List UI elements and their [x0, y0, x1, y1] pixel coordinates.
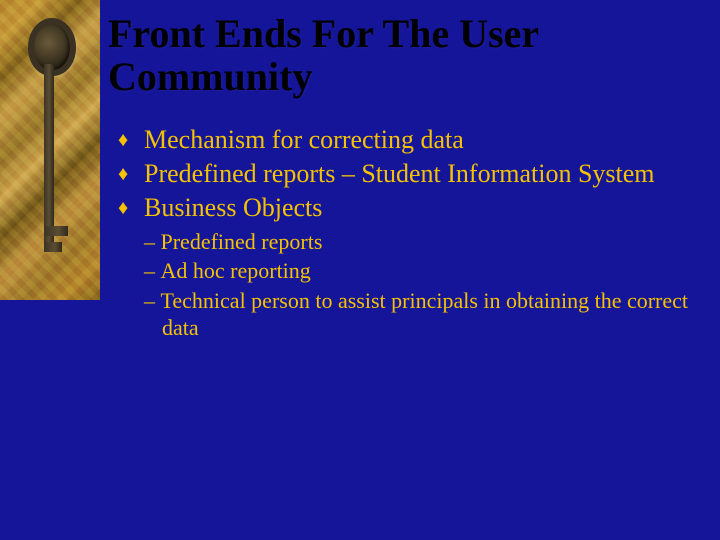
sub-bullet-text: Ad hoc reporting	[161, 258, 311, 283]
key-photo	[0, 0, 100, 300]
sub-bullet-item: Predefined reports	[144, 228, 696, 256]
bullet-text: Mechanism for correcting data	[144, 125, 464, 154]
sub-bullet-text: Technical person to assist principals in…	[161, 288, 689, 341]
sidebar	[0, 0, 100, 540]
bullet-item: Predefined reports – Student Information…	[118, 158, 696, 190]
content-area: Front Ends For The User Community Mechan…	[100, 0, 720, 540]
sub-bullet-item: Technical person to assist principals in…	[144, 287, 696, 342]
bullet-text: Business Objects	[144, 193, 322, 222]
bullet-item: Mechanism for correcting data	[118, 124, 696, 156]
slide: Front Ends For The User Community Mechan…	[0, 0, 720, 540]
bullet-text: Predefined reports – Student Information…	[144, 159, 655, 188]
slide-title: Front Ends For The User Community	[108, 12, 696, 98]
key-icon	[38, 18, 62, 278]
sub-bullet-item: Ad hoc reporting	[144, 257, 696, 285]
sub-bullet-text: Predefined reports	[161, 229, 323, 254]
bullet-list: Mechanism for correcting data Predefined…	[108, 124, 696, 223]
bullet-item: Business Objects	[118, 192, 696, 224]
sub-bullet-list: Predefined reports Ad hoc reporting Tech…	[108, 228, 696, 342]
